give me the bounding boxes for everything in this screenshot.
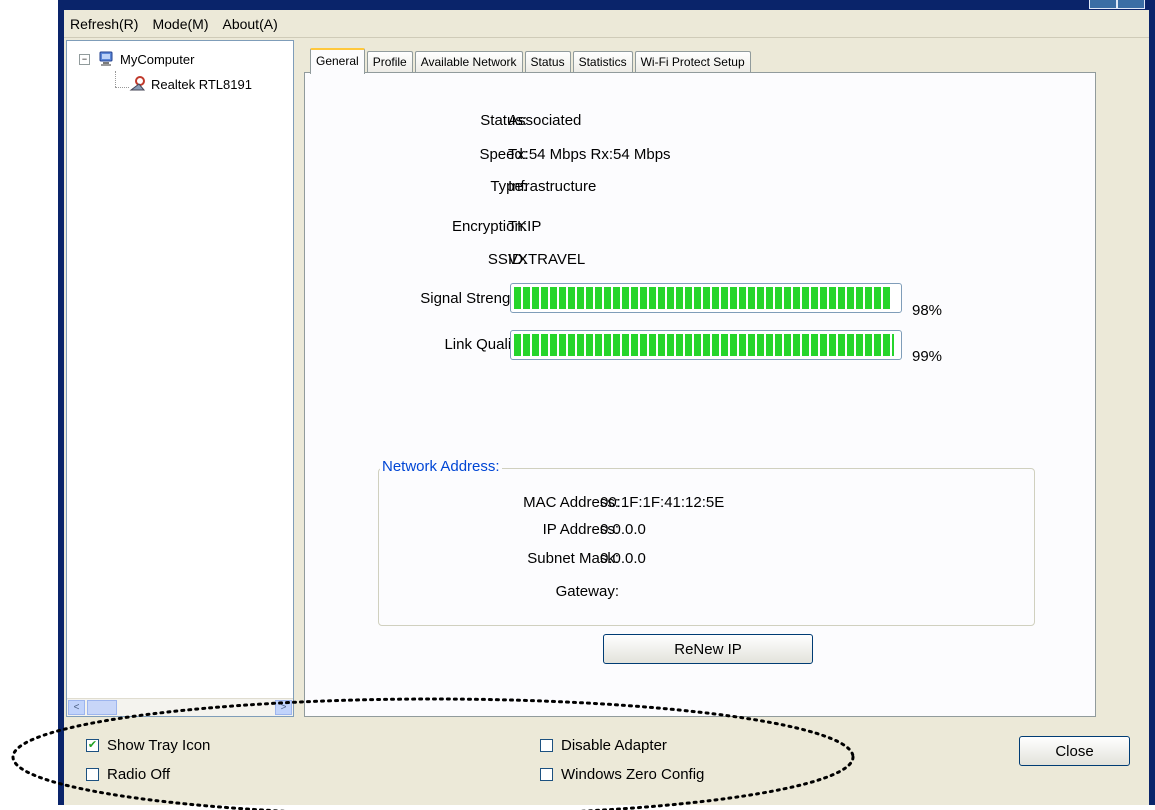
status-value: Associated bbox=[508, 112, 582, 129]
tree-item-adapter[interactable]: Realtek RTL8191 bbox=[129, 75, 252, 93]
menu-refresh[interactable]: Refresh(R) bbox=[70, 16, 138, 32]
signal-strength-percent: 98% bbox=[912, 302, 943, 319]
type-value: Infrastructure bbox=[508, 178, 597, 195]
windows-zero-config-checkbox[interactable]: Windows Zero Config bbox=[540, 766, 704, 783]
checkmark-icon[interactable]: ✔ bbox=[86, 739, 99, 752]
scroll-right-button[interactable]: > bbox=[275, 700, 292, 715]
tree-root-label: MyComputer bbox=[120, 51, 195, 67]
tab-wifi-protect-setup[interactable]: Wi-Fi Protect Setup bbox=[634, 51, 751, 73]
link-quality-fill bbox=[514, 334, 895, 356]
link-quality-percent: 99% bbox=[912, 348, 943, 365]
show-tray-icon-checkbox[interactable]: ✔ Show Tray Icon bbox=[86, 737, 210, 754]
scroll-thumb[interactable] bbox=[87, 700, 117, 715]
subnet-mask-value: 0.0.0.0 bbox=[600, 550, 646, 567]
mac-address-value: 00:1F:1F:41:12:5E bbox=[600, 494, 725, 511]
disable-adapter-label: Disable Adapter bbox=[561, 737, 667, 754]
computer-icon bbox=[99, 51, 113, 66]
tab-general[interactable]: General bbox=[310, 48, 365, 74]
disable-adapter-checkbox[interactable]: Disable Adapter bbox=[540, 737, 667, 754]
radio-off-checkbox[interactable]: Radio Off bbox=[86, 766, 170, 783]
show-tray-icon-label: Show Tray Icon bbox=[107, 737, 211, 754]
collapse-expander[interactable]: − bbox=[79, 53, 90, 65]
ssid-value: VXTRAVEL bbox=[508, 251, 586, 268]
radio-off-label: Radio Off bbox=[107, 766, 171, 783]
network-address-title: Network Address: bbox=[380, 458, 502, 475]
menu-mode[interactable]: Mode(M) bbox=[152, 16, 208, 32]
gateway-label: Gateway: bbox=[555, 583, 619, 600]
wireless-adapter-icon bbox=[129, 76, 146, 91]
app-window: Refresh(R) Mode(M) About(A) − MyComputer… bbox=[58, 0, 1155, 805]
tab-statistics[interactable]: Statistics bbox=[572, 51, 633, 73]
close-button[interactable]: Close bbox=[1019, 736, 1130, 766]
tree-horizontal-scrollbar[interactable]: < > bbox=[67, 698, 293, 716]
scroll-left-button[interactable]: < bbox=[68, 700, 85, 715]
checkbox-empty-icon[interactable] bbox=[86, 768, 99, 781]
speed-value: Tx:54 Mbps Rx:54 Mbps bbox=[508, 146, 671, 163]
tab-available-network[interactable]: Available Network bbox=[414, 51, 523, 73]
menu-bar: Refresh(R) Mode(M) About(A) bbox=[64, 10, 1149, 38]
tab-profile[interactable]: Profile bbox=[366, 51, 413, 73]
tab-status[interactable]: Status bbox=[524, 51, 571, 73]
tree-item-mycomputer[interactable]: − MyComputer bbox=[79, 51, 194, 67]
ip-address-value: 0.0.0.0 bbox=[600, 521, 646, 538]
signal-strength-bar bbox=[510, 283, 902, 313]
renew-ip-button[interactable]: ReNew IP bbox=[603, 634, 813, 664]
network-address-group bbox=[378, 468, 1035, 626]
minimize-button[interactable] bbox=[1089, 0, 1117, 9]
tree-adapter-label: Realtek RTL8191 bbox=[151, 76, 252, 92]
tab-strip: General Profile Available Network Status… bbox=[310, 48, 753, 74]
encryption-value: TKIP bbox=[508, 218, 542, 235]
title-bar bbox=[64, 0, 1149, 10]
checkbox-empty-icon[interactable] bbox=[540, 739, 553, 752]
windows-zero-config-label: Windows Zero Config bbox=[561, 766, 705, 783]
maximize-button[interactable] bbox=[1117, 0, 1145, 9]
device-tree: − MyComputer Realtek RTL8191 < > bbox=[66, 40, 294, 717]
link-quality-bar bbox=[510, 330, 902, 360]
menu-about[interactable]: About(A) bbox=[222, 16, 277, 32]
checkbox-empty-icon[interactable] bbox=[540, 768, 553, 781]
signal-strength-fill bbox=[514, 287, 891, 309]
